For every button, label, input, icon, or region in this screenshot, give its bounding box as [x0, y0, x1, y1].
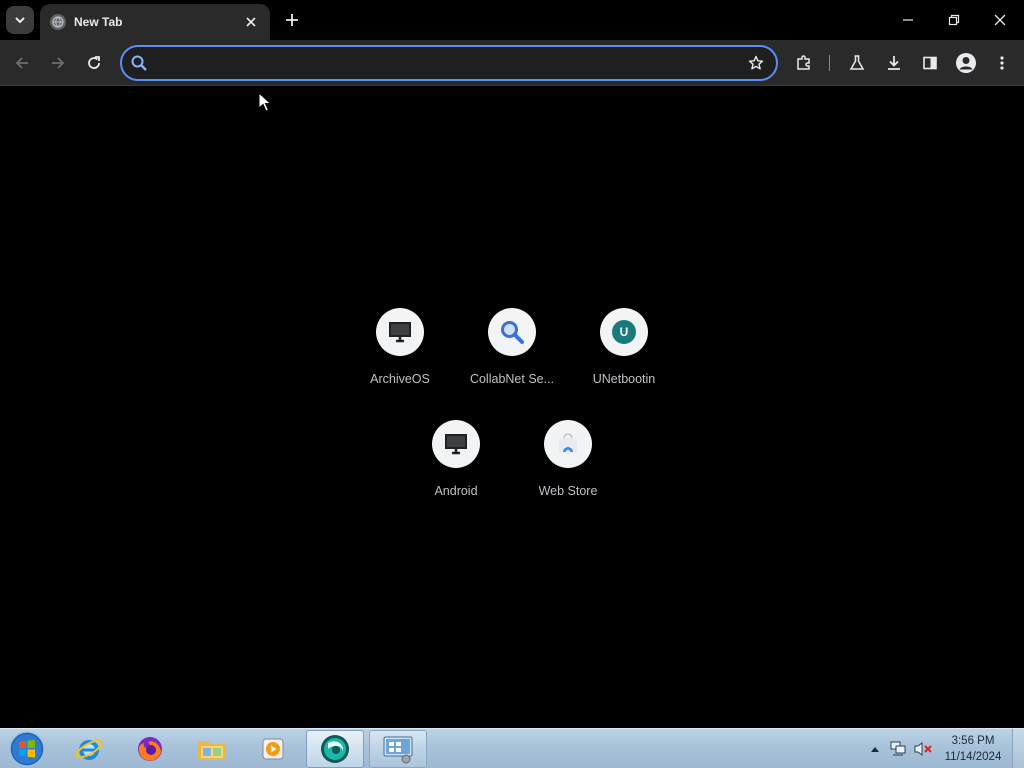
- bookmark-star-button[interactable]: [744, 51, 768, 75]
- restore-button[interactable]: [934, 4, 974, 36]
- volume-muted-icon: [914, 742, 932, 756]
- close-icon: [246, 17, 256, 27]
- address-bar[interactable]: [120, 45, 778, 81]
- monitor-icon: [389, 322, 411, 343]
- side-panel-button[interactable]: [914, 47, 946, 79]
- toolbar-divider: [829, 55, 830, 71]
- clock-time: 3:56 PM: [951, 735, 995, 747]
- shortcut-label: Web Store: [538, 484, 598, 498]
- folder-icon: [198, 741, 226, 760]
- new-tab-button[interactable]: [280, 8, 304, 32]
- arrow-right-icon: [52, 57, 65, 69]
- shortcut-icon-circle: [488, 308, 536, 356]
- new-tab-page: ArchiveOS CollabNet Se... U UNetbootin A…: [0, 87, 1024, 728]
- browser-toolbar: [0, 40, 1024, 86]
- show-desktop-button[interactable]: [1012, 729, 1024, 768]
- shortcut-icon-circle: [544, 420, 592, 468]
- back-button[interactable]: [6, 47, 38, 79]
- shortcut-unetbootin[interactable]: U UNetbootin: [568, 300, 680, 396]
- windows-orb-icon: [9, 731, 45, 767]
- arrow-left-icon: [15, 57, 28, 69]
- shortcut-icon-circle: U: [600, 308, 648, 356]
- shortcut-label: Android: [434, 484, 478, 498]
- labs-button[interactable]: [841, 47, 873, 79]
- taskbar-clock[interactable]: 3:56 PM 11/14/2024: [940, 733, 1006, 765]
- profile-button[interactable]: [950, 47, 982, 79]
- monitor-icon: [445, 434, 467, 455]
- avatar-icon: [956, 53, 976, 73]
- taskbar-file-explorer[interactable]: [183, 730, 241, 768]
- address-input[interactable]: [148, 47, 744, 79]
- close-window-button[interactable]: [980, 4, 1020, 36]
- control-panel-icon: [383, 736, 413, 764]
- chevron-up-icon: [871, 747, 879, 752]
- minimize-button[interactable]: [888, 4, 928, 36]
- shortcut-label: UNetbootin: [592, 372, 656, 386]
- shortcut-label: ArchiveOS: [370, 372, 430, 386]
- shortcut-archiveos[interactable]: ArchiveOS: [344, 300, 456, 396]
- letter-badge-icon: U: [612, 320, 636, 344]
- shortcut-web-store[interactable]: Web Store: [512, 412, 624, 508]
- start-button[interactable]: [6, 731, 48, 767]
- tab-strip: New Tab: [0, 0, 1024, 40]
- plus-icon: [286, 14, 298, 26]
- kebab-menu-icon: [1000, 56, 1004, 70]
- tab-search-button[interactable]: [6, 6, 34, 34]
- side-panel-icon: [923, 56, 937, 70]
- shortcut-icon-circle: [376, 308, 424, 356]
- puzzle-icon: [797, 55, 810, 70]
- restore-icon: [948, 14, 960, 26]
- close-icon: [994, 14, 1006, 26]
- browser-window: New Tab ArchiveOS CollabNet Se... U UNet…: [0, 0, 1024, 768]
- firefox-icon: [138, 737, 162, 761]
- downloads-button[interactable]: [878, 47, 910, 79]
- internet-explorer-icon: [75, 739, 103, 760]
- shortcut-icon-circle: [432, 420, 480, 468]
- taskbar-control-panel[interactable]: [369, 730, 427, 768]
- tab-new-tab[interactable]: New Tab: [40, 4, 270, 40]
- search-icon: [131, 55, 147, 71]
- download-icon: [888, 56, 900, 70]
- taskbar: 3:56 PM 11/14/2024: [0, 728, 1024, 768]
- taskbar-internet-explorer[interactable]: [60, 730, 118, 768]
- forward-button[interactable]: [42, 47, 74, 79]
- mouse-cursor-icon: [258, 92, 272, 112]
- network-icon: [890, 741, 906, 756]
- taskbar-media-player[interactable]: [244, 730, 302, 768]
- flask-icon: [849, 55, 865, 70]
- menu-button[interactable]: [986, 47, 1018, 79]
- tab-close-button[interactable]: [242, 13, 260, 31]
- tray-volume[interactable]: [912, 729, 934, 768]
- reload-icon: [88, 56, 100, 69]
- browser-app-icon: [321, 735, 349, 763]
- web-store-icon: [559, 433, 577, 455]
- shortcut-label: CollabNet Se...: [469, 372, 555, 386]
- globe-icon: [50, 14, 66, 30]
- magnifier-icon: [501, 321, 524, 344]
- media-player-icon: [262, 738, 284, 760]
- tray-overflow-button[interactable]: [868, 729, 882, 768]
- taskbar-firefox[interactable]: [121, 730, 179, 768]
- shortcut-collabnet[interactable]: CollabNet Se...: [456, 300, 568, 396]
- chevron-down-icon: [15, 17, 25, 24]
- star-icon: [748, 55, 764, 70]
- reload-button[interactable]: [78, 47, 110, 79]
- shortcut-android[interactable]: Android: [400, 412, 512, 508]
- tray-network[interactable]: [888, 729, 908, 768]
- minimize-icon: [903, 19, 913, 21]
- tab-title: New Tab: [74, 15, 123, 29]
- taskbar-browser[interactable]: [306, 730, 364, 768]
- clock-date: 11/14/2024: [944, 751, 1002, 763]
- extensions-button[interactable]: [788, 47, 820, 79]
